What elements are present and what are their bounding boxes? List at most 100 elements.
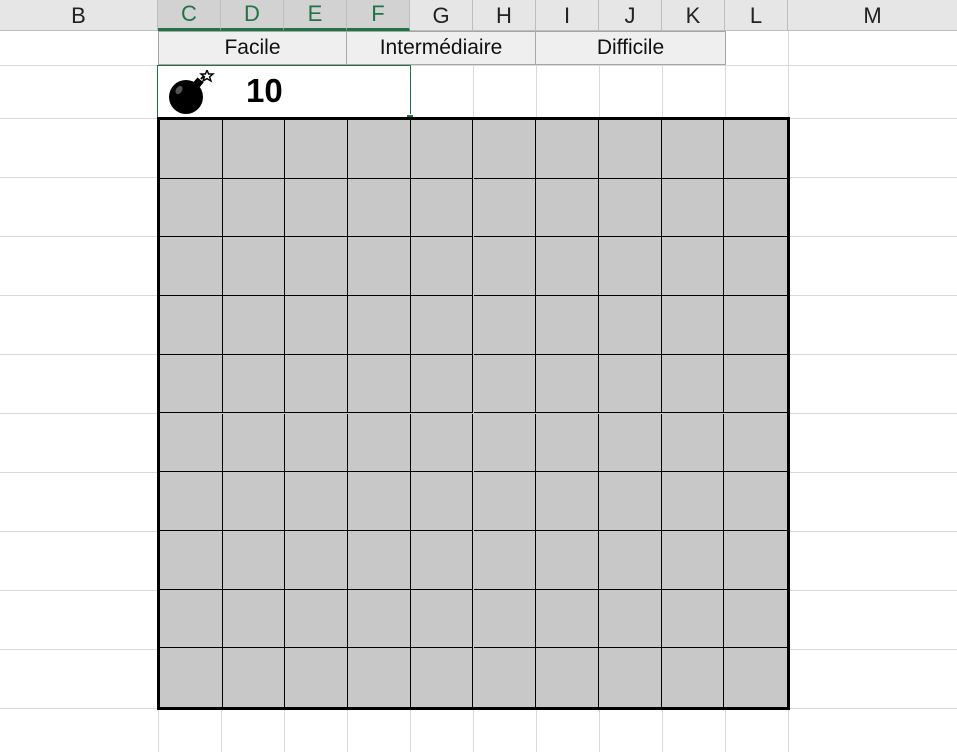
board-cell[interactable] [598, 237, 662, 297]
board-cell[interactable] [222, 413, 286, 473]
board-cell[interactable] [160, 648, 223, 707]
column-header-j[interactable]: J [599, 0, 662, 31]
board-cell[interactable] [410, 530, 474, 590]
board-cell[interactable] [285, 120, 349, 179]
board-cell[interactable] [724, 413, 787, 473]
column-header-m[interactable]: M [788, 0, 957, 31]
board-cell[interactable] [222, 648, 286, 707]
board-cell[interactable] [222, 120, 286, 179]
board-cell[interactable] [348, 472, 411, 531]
board-cell[interactable] [536, 472, 599, 531]
board-cell[interactable] [661, 472, 725, 531]
board-cell[interactable] [536, 589, 599, 649]
board-cell[interactable] [222, 472, 286, 531]
board-cell[interactable] [724, 354, 787, 414]
board-cell[interactable] [661, 120, 725, 179]
board-cell[interactable] [160, 178, 223, 238]
board-cell[interactable] [348, 413, 411, 473]
board-cell[interactable] [410, 237, 474, 297]
board-cell[interactable] [598, 354, 662, 414]
board-cell[interactable] [598, 413, 662, 473]
board-cell[interactable] [160, 589, 223, 649]
board-cell[interactable] [473, 120, 537, 179]
column-header-k[interactable]: K [662, 0, 725, 31]
board-cell[interactable] [536, 296, 599, 355]
board-cell[interactable] [724, 648, 787, 707]
column-header-g[interactable]: G [410, 0, 473, 31]
board-cell[interactable] [348, 296, 411, 355]
board-cell[interactable] [598, 648, 662, 707]
board-cell[interactable] [160, 472, 223, 531]
board-cell[interactable] [661, 648, 725, 707]
board-cell[interactable] [285, 589, 349, 649]
board-cell[interactable] [661, 413, 725, 473]
board-cell[interactable] [661, 530, 725, 590]
board-cell[interactable] [285, 472, 349, 531]
board-cell[interactable] [536, 237, 599, 297]
board-cell[interactable] [661, 296, 725, 355]
column-header-l[interactable]: L [725, 0, 788, 31]
board-cell[interactable] [348, 178, 411, 238]
board-cell[interactable] [348, 648, 411, 707]
board-cell[interactable] [598, 296, 662, 355]
board-cell[interactable] [222, 237, 286, 297]
board-cell[interactable] [473, 178, 537, 238]
board-cell[interactable] [473, 472, 537, 531]
board-cell[interactable] [160, 120, 223, 179]
board-cell[interactable] [661, 354, 725, 414]
board-cell[interactable] [348, 589, 411, 649]
board-cell[interactable] [536, 648, 599, 707]
board-cell[interactable] [348, 120, 411, 179]
board-cell[interactable] [724, 472, 787, 531]
board-cell[interactable] [598, 589, 662, 649]
board-cell[interactable] [473, 237, 537, 297]
column-header-e[interactable]: E [284, 0, 347, 31]
board-cell[interactable] [536, 530, 599, 590]
board-cell[interactable] [222, 178, 286, 238]
board-cell[interactable] [285, 296, 349, 355]
board-cell[interactable] [410, 354, 474, 414]
board-cell[interactable] [724, 178, 787, 238]
board-cell[interactable] [222, 354, 286, 414]
board-cell[interactable] [661, 178, 725, 238]
board-cell[interactable] [410, 178, 474, 238]
board-cell[interactable] [285, 648, 349, 707]
board-cell[interactable] [285, 413, 349, 473]
board-cell[interactable] [410, 472, 474, 531]
column-header-b[interactable]: B [0, 0, 158, 31]
board-cell[interactable] [160, 530, 223, 590]
board-cell[interactable] [598, 120, 662, 179]
hard-level-button[interactable]: Difficile [535, 31, 726, 65]
board-cell[interactable] [473, 589, 537, 649]
board-cell[interactable] [410, 589, 474, 649]
board-cell[interactable] [661, 237, 725, 297]
board-cell[interactable] [598, 530, 662, 590]
board-cell[interactable] [285, 530, 349, 590]
column-header-c[interactable]: C [158, 0, 221, 31]
board-cell[interactable] [473, 530, 537, 590]
easy-level-button[interactable]: Facile [158, 31, 347, 65]
board-cell[interactable] [724, 589, 787, 649]
column-header-f[interactable]: F [347, 0, 410, 31]
board-cell[interactable] [473, 413, 537, 473]
board-cell[interactable] [598, 472, 662, 531]
board-cell[interactable] [410, 648, 474, 707]
board-cell[interactable] [160, 296, 223, 355]
board-cell[interactable] [724, 237, 787, 297]
board-cell[interactable] [473, 296, 537, 355]
board-cell[interactable] [598, 178, 662, 238]
board-cell[interactable] [724, 530, 787, 590]
board-cell[interactable] [410, 296, 474, 355]
column-header-d[interactable]: D [221, 0, 284, 31]
board-cell[interactable] [724, 120, 787, 179]
mine-counter-cell[interactable]: 10 [157, 65, 414, 122]
column-header-h[interactable]: H [473, 0, 536, 31]
board-cell[interactable] [410, 120, 474, 179]
board-cell[interactable] [222, 296, 286, 355]
board-cell[interactable] [348, 237, 411, 297]
board-cell[interactable] [410, 413, 474, 473]
board-cell[interactable] [285, 354, 349, 414]
board-cell[interactable] [661, 589, 725, 649]
column-header-i[interactable]: I [536, 0, 599, 31]
board-cell[interactable] [222, 589, 286, 649]
